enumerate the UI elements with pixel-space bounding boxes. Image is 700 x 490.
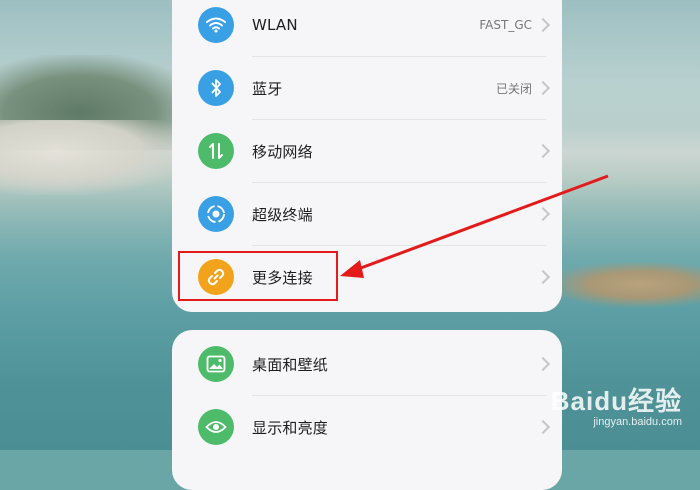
setting-label-bluetooth: 蓝牙: [252, 79, 283, 98]
chevron-right-icon: [535, 419, 551, 435]
chevron-right-icon: [535, 143, 551, 159]
setting-value-bluetooth: 已关闭: [495, 81, 532, 96]
setting-row-bluetooth[interactable]: 蓝牙 已关闭: [172, 57, 562, 119]
setting-row-wlan[interactable]: WLAN FAST_GC: [172, 0, 562, 56]
setting-label-super-terminal: 超级终端: [252, 205, 313, 224]
chevron-right-icon: [535, 80, 551, 96]
setting-label-wlan: WLAN: [252, 16, 298, 34]
chevron-right-icon: [535, 206, 551, 222]
setting-row-super-terminal[interactable]: 超级终端: [172, 183, 562, 245]
wallpaper-beach: [0, 120, 190, 195]
setting-label-display-brightness: 显示和亮度: [252, 418, 329, 437]
setting-label-mobile-network: 移动网络: [252, 142, 313, 161]
setting-row-desktop-wallpaper[interactable]: 桌面和壁纸: [172, 333, 562, 395]
bluetooth-icon: [198, 70, 234, 106]
settings-group-display: 桌面和壁纸 显示和亮度: [172, 330, 562, 490]
setting-row-display-brightness[interactable]: 显示和亮度: [172, 396, 562, 458]
watermark-url: jingyan.baidu.com: [593, 416, 682, 428]
setting-value-wlan: FAST_GC: [479, 18, 532, 32]
watermark: Baidu经验 jingyan.baidu.com: [551, 381, 682, 428]
eye-icon: [198, 409, 234, 445]
watermark-brand: Baidu经验: [550, 386, 682, 416]
chevron-right-icon: [535, 269, 551, 285]
chevron-right-icon: [535, 356, 551, 372]
highlight-box: [178, 251, 338, 301]
image-icon: [198, 346, 234, 382]
setting-row-mobile-network[interactable]: 移动网络: [172, 120, 562, 182]
mobile-data-icon: [198, 133, 234, 169]
wallpaper-reeds: [550, 262, 700, 307]
super-terminal-icon: [198, 196, 234, 232]
setting-label-desktop-wallpaper: 桌面和壁纸: [252, 355, 329, 374]
chevron-right-icon: [535, 17, 551, 33]
wifi-icon: [198, 7, 234, 43]
